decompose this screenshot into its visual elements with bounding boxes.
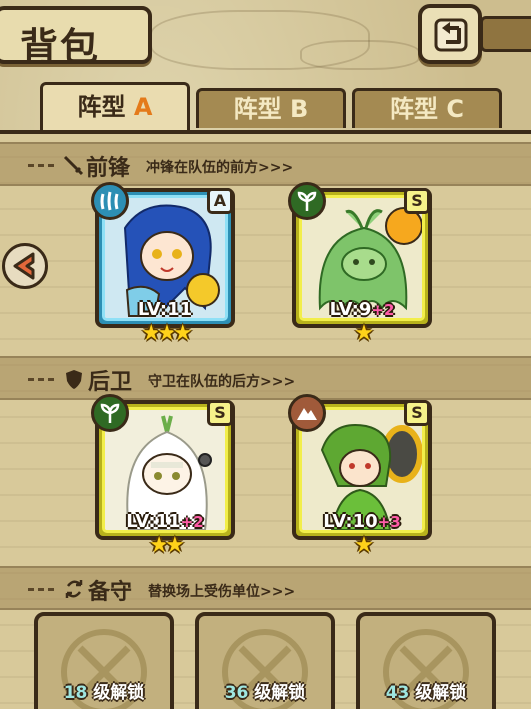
- arrow-left-icon: [13, 252, 35, 280]
- water-icon: [91, 182, 129, 220]
- rearguard-header: 后卫 守卫在队伍的后方>>>: [0, 356, 531, 400]
- tab-label: 阵型: [390, 95, 438, 123]
- star-icon: ★: [354, 321, 374, 346]
- vanguard-header: 前锋 冲锋在队伍的前方>>>: [0, 142, 531, 186]
- hero-card[interactable]: A LV:11 ★★★: [91, 182, 235, 346]
- tab-letter: C: [446, 95, 464, 123]
- level-bonus: +2: [371, 301, 395, 319]
- section-title: 后卫: [88, 369, 133, 395]
- tab-letter: A: [133, 93, 153, 121]
- hero-card[interactable]: S LV:9+2 ★: [288, 182, 432, 346]
- divider: [28, 588, 54, 591]
- formation-tabs: 阵型 A 阵型 B 阵型 C: [0, 82, 531, 132]
- swap-icon: [65, 580, 83, 598]
- unlock-requirement: 36 级解锁: [199, 678, 331, 703]
- level-label: LV:11: [99, 299, 231, 320]
- unlock-suffix: 级解锁: [254, 683, 306, 703]
- star-rating: ★: [296, 533, 428, 558]
- level-value: LV:9: [329, 299, 372, 320]
- locked-reserve-slot[interactable]: 18 级解锁: [34, 612, 174, 709]
- unlock-suffix: 级解锁: [415, 683, 467, 703]
- divider: [28, 378, 54, 381]
- level-label: LV:9+2: [296, 299, 428, 320]
- rank-badge: S: [404, 188, 430, 214]
- section-subtitle: 替换场上受伤单位>>>: [148, 584, 296, 600]
- section-title: 前锋: [86, 155, 131, 181]
- unlock-requirement: 43 级解锁: [360, 678, 492, 703]
- rank-badge: S: [207, 400, 233, 426]
- level-value: LV:10: [323, 511, 378, 532]
- unlock-level: 36: [224, 683, 249, 703]
- map-scribble: [300, 40, 420, 70]
- unlock-requirement: 18 级解锁: [38, 678, 170, 703]
- unlock-level: 43: [385, 683, 410, 703]
- shield-icon: [66, 370, 82, 389]
- earth-icon: [288, 394, 326, 432]
- locked-reserve-slot[interactable]: 36 级解锁: [195, 612, 335, 709]
- top-rail: [480, 16, 531, 52]
- back-button[interactable]: [418, 4, 482, 64]
- hero-card[interactable]: S LV:11+2 ★★: [91, 394, 235, 558]
- backpack-screen: 背包 阵型 A 阵型 B 阵型 C 前锋 冲锋在队伍的前方>>> A LV:11…: [0, 0, 531, 709]
- level-bonus: +2: [180, 513, 204, 531]
- star-rating: ★★: [99, 533, 231, 558]
- unlock-level: 18: [63, 683, 88, 703]
- tab-label: 阵型: [77, 93, 126, 121]
- level-label: LV:11+2: [99, 511, 231, 532]
- level-bonus: +3: [377, 513, 401, 531]
- tab-formation-b[interactable]: 阵型 B: [196, 88, 346, 128]
- star-icon: ★: [354, 533, 374, 558]
- reserve-header: 备守 替换场上受伤单位>>>: [0, 566, 531, 610]
- title-plate: 背包: [0, 6, 152, 69]
- star-rating: ★★★: [99, 321, 231, 346]
- section-title: 备守: [88, 579, 133, 605]
- tab-letter: B: [290, 95, 309, 123]
- unlock-suffix: 级解锁: [93, 683, 145, 703]
- level-label: LV:10+3: [296, 511, 428, 532]
- star-icon: ★: [157, 321, 177, 346]
- section-subtitle: 守卫在队伍的后方>>>: [148, 374, 296, 390]
- star-icon: ★: [165, 533, 185, 558]
- star-icon: ★: [149, 533, 169, 558]
- level-value: LV:11: [137, 299, 193, 320]
- return-arrow-icon: [434, 18, 468, 52]
- divider: [28, 164, 54, 167]
- tab-label: 阵型: [233, 95, 282, 123]
- leaf-icon: [91, 394, 129, 432]
- rank-badge: A: [207, 188, 233, 214]
- rank-badge: S: [404, 400, 430, 426]
- tab-formation-a[interactable]: 阵型 A: [40, 82, 190, 130]
- section-subtitle: 冲锋在队伍的前方>>>: [146, 160, 294, 176]
- sword-icon: [63, 155, 84, 176]
- side-expand-button[interactable]: [2, 243, 48, 289]
- hero-card[interactable]: S LV:10+3 ★: [288, 394, 432, 558]
- page-title: 背包: [20, 24, 101, 69]
- star-rating: ★: [296, 321, 428, 346]
- leaf-icon: [288, 182, 326, 220]
- locked-reserve-slot[interactable]: 43 级解锁: [356, 612, 496, 709]
- star-icon: ★: [172, 321, 193, 346]
- star-icon: ★: [141, 321, 161, 346]
- tab-formation-c[interactable]: 阵型 C: [352, 88, 502, 128]
- level-value: LV:11: [126, 511, 181, 532]
